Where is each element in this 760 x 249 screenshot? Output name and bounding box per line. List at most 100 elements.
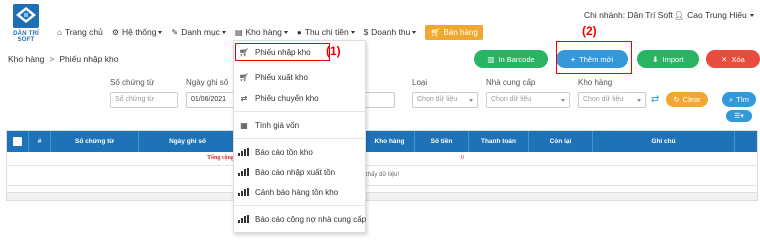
- menu-item-cost-calc[interactable]: ▦ Tính giá vốn: [234, 116, 365, 134]
- search-label: Tìm: [736, 95, 750, 104]
- close-icon: ✕: [721, 54, 728, 64]
- bar-chart-icon: [238, 188, 250, 196]
- user-name: Cao Trung Hiếu: [687, 10, 747, 20]
- print-barcode-label: In Barcode: [498, 54, 535, 64]
- list-icon: ☰▾: [734, 113, 744, 120]
- annotation-box-menu: [235, 43, 330, 61]
- nav-system[interactable]: ⚙ Hệ thống: [112, 27, 163, 37]
- menu-item-export-voucher[interactable]: 🛒︎ Phiếu xuất kho: [234, 68, 365, 86]
- swap-icon[interactable]: ⇄: [651, 94, 659, 105]
- bar-chart-icon: [238, 168, 250, 176]
- user-menu[interactable]: 👤︎ Cao Trung Hiếu: [674, 10, 754, 20]
- annotation-label-2: (2): [582, 24, 597, 38]
- menu-item-stock-report[interactable]: Báo cáo tồn kho: [234, 143, 365, 161]
- chevron-down-icon: [749, 13, 754, 17]
- nav-catalog[interactable]: ✎ Danh mục: [171, 27, 226, 37]
- select-all-cell: [7, 131, 29, 152]
- search-icon: ⌕: [728, 94, 734, 104]
- nav-warehouse[interactable]: ▤ Kho hàng: [235, 27, 288, 37]
- search-button[interactable]: ⌕ Tìm: [722, 92, 756, 107]
- menu-item-transfer-voucher[interactable]: ⇄ Phiếu chuyển kho: [234, 89, 365, 107]
- table-header: # Số chứng từ Ngày ghi số Kho hàng Số ti…: [7, 131, 757, 152]
- summary-row: Tổng cộng 0: [7, 152, 757, 166]
- nav-catalog-label: Danh mục: [181, 27, 220, 37]
- chevron-down-icon: [561, 99, 565, 102]
- import-button[interactable]: ⬇ Import: [637, 50, 699, 68]
- top-bar: DÂN TRÍ SOFT ⌂ Trang chủ ⚙ Hệ thống ✎ Da…: [0, 0, 760, 44]
- menu-item-label: Tính giá vốn: [255, 120, 300, 130]
- menu-divider: [234, 111, 365, 112]
- supplier-label: Nhà cung cấp: [486, 78, 536, 87]
- clear-button[interactable]: ↻ Clear: [666, 92, 708, 107]
- dollar-icon: $: [363, 27, 369, 37]
- supplier-select-value: Chọn dữ liệu: [491, 96, 532, 103]
- warehouse-select-value: Chọn dữ liệu: [583, 96, 624, 103]
- print-barcode-button[interactable]: ▥ In Barcode: [474, 50, 548, 68]
- chevron-down-icon: [283, 30, 288, 34]
- warehouse-label: Kho hàng: [578, 78, 613, 87]
- delete-button[interactable]: ✕ Xóa: [706, 50, 760, 68]
- breadcrumb-current: Phiếu nhập kho: [59, 54, 119, 64]
- nav-system-label: Hệ thống: [121, 27, 157, 37]
- voucher-input[interactable]: Số chứng từ: [110, 92, 178, 108]
- menu-item-label: Báo cáo nhập xuất tồn: [255, 167, 336, 177]
- chevron-down-icon: [469, 99, 473, 102]
- chevron-down-icon: [350, 30, 355, 34]
- annotation-label-1: (1): [326, 44, 341, 58]
- type-select-value: Chọn dữ liệu: [417, 96, 458, 103]
- menu-item-supplier-debt[interactable]: Báo cáo công nợ nhà cung cấp: [234, 210, 367, 228]
- summary-amount: 0: [461, 155, 464, 161]
- nav-revenue[interactable]: $ Doanh thu: [364, 27, 417, 37]
- chevron-down-icon: [158, 30, 163, 34]
- supplier-select[interactable]: Chọn dữ liệu: [486, 92, 570, 108]
- home-icon: ⌂: [57, 27, 62, 37]
- type-select[interactable]: Chọn dữ liệu: [412, 92, 478, 108]
- menu-item-label: Báo cáo tồn kho: [255, 147, 313, 157]
- nav-cashflow[interactable]: ● Thu chi tiền: [297, 27, 355, 37]
- nav-cashflow-label: Thu chi tiền: [304, 27, 349, 37]
- calculator-icon: ▦: [240, 120, 248, 130]
- warehouse-select[interactable]: Chọn dữ liệu: [578, 92, 646, 108]
- col-warehouse[interactable]: Kho hàng: [365, 131, 415, 152]
- wrench-icon: ✎: [171, 27, 179, 37]
- bar-chart-icon: [238, 215, 250, 223]
- nav-warehouse-label: Kho hàng: [245, 27, 282, 37]
- date-input[interactable]: 01/06/2021: [186, 92, 236, 108]
- menu-divider: [234, 205, 365, 206]
- column-toggle-button[interactable]: ☰▾: [726, 110, 752, 122]
- col-date[interactable]: Ngày ghi số: [139, 131, 237, 152]
- logo[interactable]: DÂN TRÍ SOFT: [6, 3, 46, 43]
- clear-label: Clear: [682, 95, 701, 104]
- barcode-icon: ▥: [487, 54, 495, 64]
- sell-button[interactable]: 🛒︎ Bán hàng: [425, 24, 483, 40]
- menu-item-stock-alert[interactable]: Cảnh báo hàng tồn kho: [234, 183, 365, 201]
- user-icon: 👤︎: [674, 10, 685, 20]
- breadcrumb-root[interactable]: Kho hàng: [8, 54, 44, 64]
- horizontal-scrollbar[interactable]: [7, 192, 757, 200]
- col-paid[interactable]: Thanh toán: [469, 131, 529, 152]
- sell-button-label: Bán hàng: [443, 27, 478, 37]
- chevron-down-icon: [637, 99, 641, 102]
- menu-item-inout-report[interactable]: Báo cáo nhập xuất tồn: [234, 163, 365, 181]
- import-label: Import: [662, 54, 684, 64]
- col-index[interactable]: #: [29, 131, 51, 152]
- nav-revenue-label: Doanh thu: [371, 27, 411, 37]
- delete-label: Xóa: [731, 54, 745, 64]
- col-note[interactable]: Ghi chú: [593, 131, 735, 152]
- col-remaining[interactable]: Còn lại: [529, 131, 593, 152]
- menu-item-label: Báo cáo công nợ nhà cung cấp: [255, 214, 367, 224]
- nav-home[interactable]: ⌂ Trang chủ: [57, 27, 103, 37]
- date-to-input[interactable]: [365, 92, 395, 108]
- col-voucher[interactable]: Số chứng từ: [51, 131, 139, 152]
- cart-icon: 🛒︎: [238, 72, 250, 82]
- menu-divider: [234, 138, 365, 139]
- col-amount[interactable]: Số tiền: [415, 131, 469, 152]
- chevron-down-icon: [412, 30, 417, 34]
- empty-row: Không tìm thấy dữ liệu!: [7, 166, 757, 186]
- chevron-down-icon: [221, 30, 226, 34]
- annotation-box-add: [556, 41, 632, 74]
- warehouse-dropdown-menu: 🛒︎ Phiếu nhập kho 🛒︎ Phiếu xuất kho ⇄ Ph…: [233, 40, 366, 233]
- menu-item-label: Cảnh báo hàng tồn kho: [255, 187, 339, 197]
- select-all-checkbox[interactable]: [13, 137, 22, 146]
- voucher-label: Số chứng từ: [110, 78, 155, 87]
